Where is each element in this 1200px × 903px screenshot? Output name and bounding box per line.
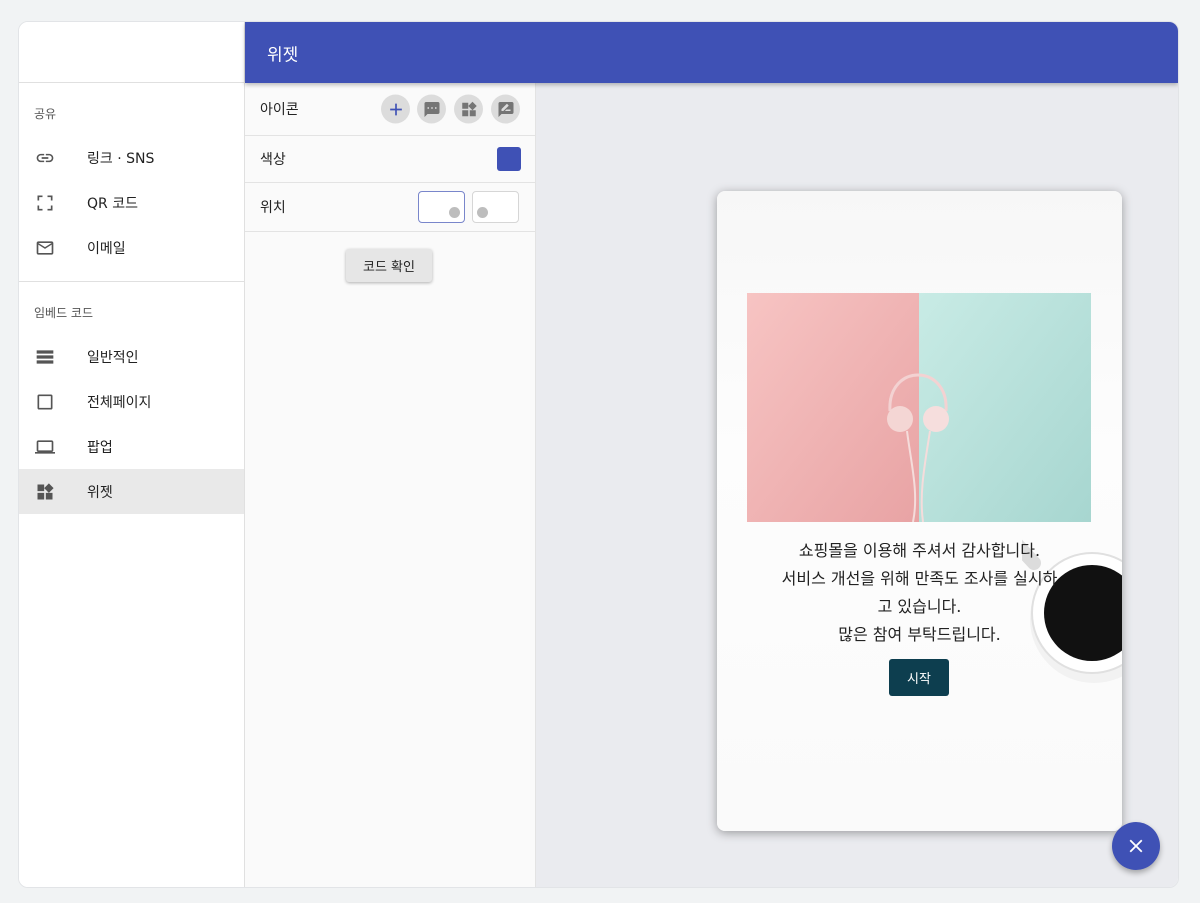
close-widget-button[interactable] <box>1112 822 1160 870</box>
message-line: 서비스 개선을 위해 만족도 조사를 실시하 <box>781 569 1058 588</box>
app-frame: 공유 링크 · SNS QR 코드 이메일 임베드 코드 일반적인 전체페이지 … <box>18 21 1179 888</box>
preview-area: 쇼핑몰을 이용해 주셔서 감사합니다. 서비스 개선을 위해 만족도 조사를 실… <box>536 83 1178 887</box>
icon-option-add[interactable] <box>381 94 410 124</box>
message-line: 많은 참여 부탁드립니다. <box>838 625 1001 644</box>
sidebar-divider <box>19 281 244 282</box>
sidebar: 공유 링크 · SNS QR 코드 이메일 임베드 코드 일반적인 전체페이지 … <box>19 22 245 887</box>
sidebar-top <box>19 22 244 83</box>
icon-setting-label: 아이콘 <box>260 102 299 118</box>
close-icon <box>1129 839 1143 853</box>
sidebar-item-popup[interactable]: 팝업 <box>19 424 244 469</box>
link-icon <box>36 153 54 162</box>
start-button[interactable]: 시작 <box>889 659 949 696</box>
share-section-title: 공유 <box>34 107 57 121</box>
headphones-image <box>747 293 1091 522</box>
color-setting-row: 색상 <box>245 136 535 183</box>
sidebar-item-general[interactable]: 일반적인 <box>19 334 244 379</box>
chat-bubble-icon <box>424 101 439 117</box>
message-line: 고 있습니다. <box>877 597 962 616</box>
icon-option-edit-note[interactable] <box>491 94 520 124</box>
edit-note-icon <box>498 101 513 117</box>
sidebar-item-email[interactable]: 이메일 <box>19 225 244 270</box>
widgets-icon <box>37 482 54 499</box>
widgets-icon <box>461 101 477 116</box>
sidebar-item-label: 전체페이지 <box>87 394 152 411</box>
position-dot <box>449 207 460 218</box>
sidebar-item-label: QR 코드 <box>87 195 138 212</box>
position-dot <box>477 207 488 218</box>
widget-message: 쇼핑몰을 이용해 주셔서 감사합니다. 서비스 개선을 위해 만족도 조사를 실… <box>717 537 1122 649</box>
position-option-bottom-left[interactable] <box>472 191 519 223</box>
sidebar-item-qr-code[interactable]: QR 코드 <box>19 180 244 225</box>
icon-option-chat[interactable] <box>417 94 446 124</box>
sidebar-item-label: 이메일 <box>87 240 126 257</box>
app-header: 위젯 <box>245 22 1178 83</box>
position-setting-label: 위치 <box>260 200 286 216</box>
widget-preview-card: 쇼핑몰을 이용해 주셔서 감사합니다. 서비스 개선을 위해 만족도 조사를 실… <box>717 191 1122 831</box>
settings-panel: 아이콘 색상 위치 코드 확인 <box>245 83 536 887</box>
embed-section-title: 임베드 코드 <box>34 306 94 320</box>
laptop-icon <box>35 439 55 454</box>
sidebar-item-label: 일반적인 <box>87 349 139 366</box>
icon-option-widgets[interactable] <box>454 94 483 124</box>
message-line: 쇼핑몰을 이용해 주셔서 감사합니다. <box>798 541 1041 560</box>
icon-setting-row: 아이콘 <box>245 83 535 136</box>
sidebar-item-widget[interactable]: 위젯 <box>19 469 244 514</box>
layout-list-icon <box>36 349 54 364</box>
sidebar-item-fullpage[interactable]: 전체페이지 <box>19 379 244 424</box>
check-code-button[interactable]: 코드 확인 <box>346 249 432 282</box>
sidebar-item-label: 위젯 <box>87 484 113 501</box>
sidebar-item-label: 팝업 <box>87 439 113 456</box>
sidebar-item-link-sns[interactable]: 링크 · SNS <box>19 135 244 180</box>
position-setting-row: 위치 <box>245 183 535 232</box>
color-swatch[interactable] <box>497 147 521 171</box>
qr-scan-icon <box>37 195 53 210</box>
sidebar-item-label: 링크 · SNS <box>87 150 155 167</box>
color-setting-label: 색상 <box>260 152 286 168</box>
page-title: 위젯 <box>267 45 299 65</box>
square-icon <box>37 394 53 409</box>
add-icon <box>389 103 402 115</box>
mail-icon <box>36 240 54 255</box>
position-option-bottom-right[interactable] <box>418 191 465 223</box>
